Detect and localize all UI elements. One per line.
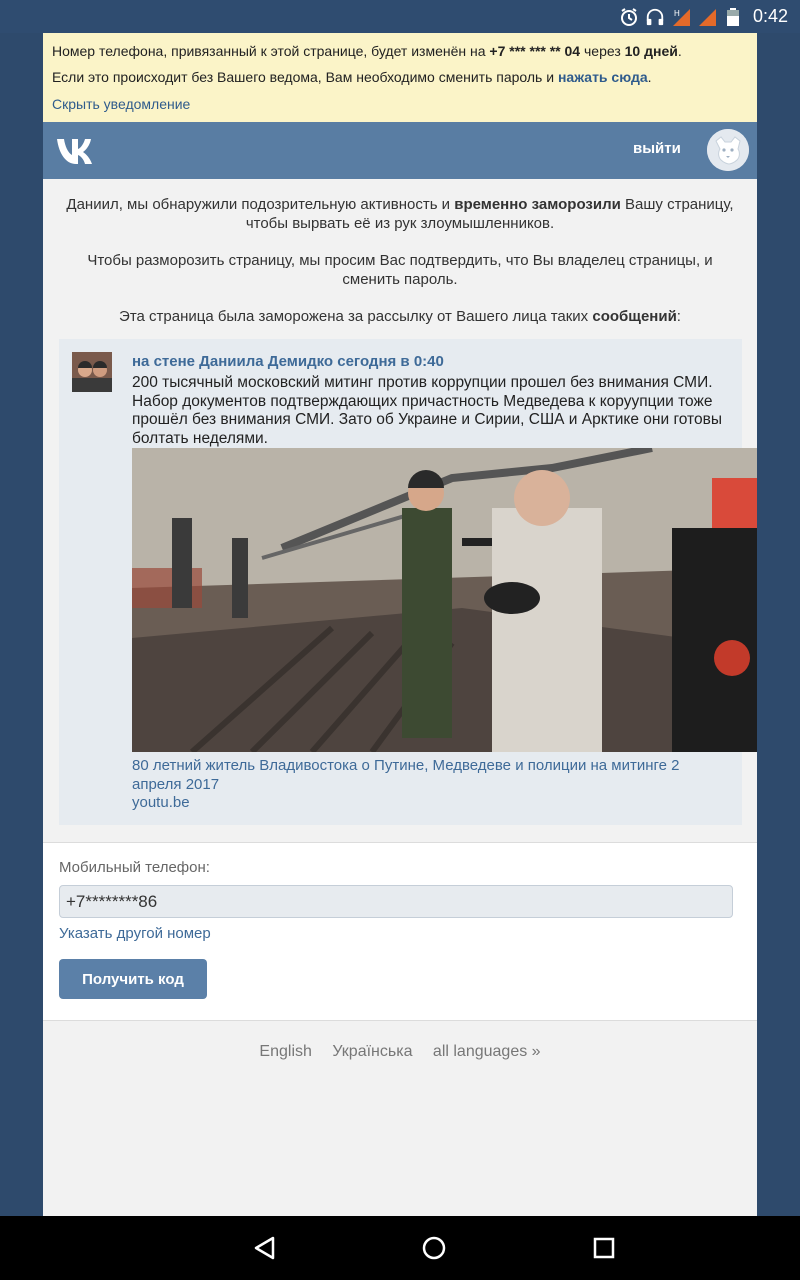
signal-icon [697, 7, 717, 27]
page: Номер телефона, привязанный к этой стран… [43, 33, 757, 1216]
recents-icon[interactable] [590, 1234, 618, 1262]
header-bar: выйти [43, 122, 757, 179]
phone-change-notice: Номер телефона, привязанный к этой стран… [43, 33, 757, 123]
headphones-icon [645, 7, 665, 27]
message-3: Эта страница была заморожена за рассылку… [119, 308, 681, 325]
status-icons: H 0:42 [619, 0, 788, 33]
navigation-bar [0, 1216, 800, 1280]
notice-phone: +7 *** *** ** 04 [489, 43, 581, 59]
click-here-link[interactable]: нажать сюда [558, 69, 648, 85]
phone-confirm-form: Мобильный телефон: Указать другой номер … [43, 843, 757, 1021]
back-icon[interactable] [251, 1234, 279, 1262]
video-thumbnail[interactable] [132, 448, 757, 752]
language-all[interactable]: all languages » [433, 1043, 541, 1060]
language-english[interactable]: English [259, 1043, 311, 1060]
video-title-link[interactable]: 80 летний житель Владивостока о Путине, … [132, 757, 732, 794]
post-author-link[interactable]: на стене Даниила Демидко сегодня в 0:40 [132, 353, 444, 370]
other-number-link[interactable]: Указать другой номер [59, 925, 211, 942]
language-ukrainian[interactable]: Українська [332, 1043, 412, 1060]
logout-link[interactable]: выйти [633, 140, 681, 157]
freeze-message-section: Даниил, мы обнаружили подозрительную акт… [43, 179, 757, 843]
post-author-avatar[interactable] [72, 352, 112, 392]
home-icon[interactable] [420, 1234, 448, 1262]
svg-text:H: H [674, 9, 680, 18]
avatar[interactable] [707, 129, 749, 171]
notice-line-1: Номер телефона, привязанный к этой стран… [52, 43, 682, 59]
phone-input[interactable] [59, 885, 733, 918]
clock: 0:42 [752, 6, 788, 26]
hide-notice-link[interactable]: Скрыть уведомление [52, 96, 190, 112]
alarm-icon [619, 7, 639, 27]
get-code-button[interactable]: Получить код [59, 959, 207, 999]
vk-logo-icon[interactable] [55, 134, 99, 166]
post-text: 200 тысячный московский митинг против ко… [132, 374, 722, 447]
video-domain-link[interactable]: youtu.be [132, 794, 190, 811]
battery-icon [723, 7, 743, 27]
language-links: English Українська all languages » [43, 1043, 757, 1061]
notice-line-2: Если это происходит без Вашего ведома, В… [52, 69, 652, 85]
spam-post: на стене Даниила Демидко сегодня в 0:40 … [59, 339, 757, 825]
phone-label: Мобильный телефон: [59, 859, 210, 876]
signal-h-icon: H [671, 7, 691, 27]
message-2: Чтобы разморозить страницу, мы просим Ва… [87, 252, 713, 288]
message-1: Даниил, мы обнаружили подозрительную акт… [66, 196, 734, 232]
status-bar: H 0:42 [0, 0, 800, 33]
notice-days: 10 дней [624, 43, 678, 59]
